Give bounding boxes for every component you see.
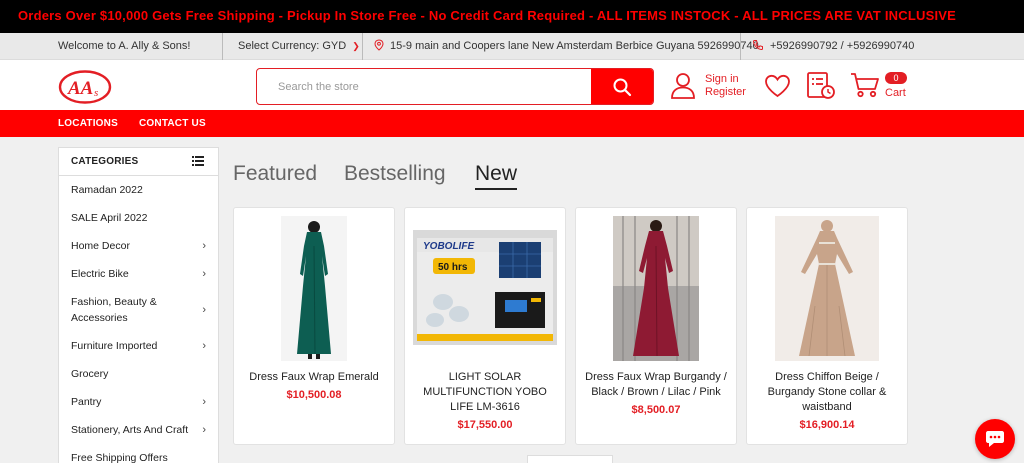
product-image[interactable]	[281, 216, 347, 361]
store-logo[interactable]: AA s	[58, 69, 112, 105]
info-bar: Welcome to A. Ally & Sons! Select Curren…	[0, 33, 1024, 60]
product-title[interactable]: Dress Faux Wrap Burgandy / Black / Brown…	[582, 370, 730, 400]
category-label: Ramadan 2022	[71, 184, 143, 196]
search-icon	[613, 78, 632, 96]
product-price: $17,550.00	[457, 419, 513, 431]
svg-text:s: s	[94, 87, 98, 99]
nav-locations[interactable]: LOCATIONS	[58, 110, 118, 137]
cart-count-badge: 0	[885, 72, 907, 84]
carousel-pagination[interactable]	[527, 455, 613, 463]
product-card[interactable]: Dress Chiffon Beige / Burgandy Stone col…	[746, 207, 908, 445]
product-title[interactable]: LIGHT SOLAR MULTIFUNCTION YOBO LIFE LM-3…	[411, 370, 559, 415]
currency-selector[interactable]: Select Currency: GYD ❯	[238, 33, 360, 60]
category-label: Grocery	[71, 368, 109, 380]
product-hours-text: 50 hrs	[438, 262, 468, 273]
category-free-shipping-offers[interactable]: Free Shipping Offers	[59, 444, 218, 463]
product-image[interactable]: YOBOLIFE 50 hrs	[413, 230, 557, 345]
category-label: Fashion, Beauty &	[71, 296, 157, 308]
search-button[interactable]	[591, 69, 653, 104]
cart-label[interactable]: Cart	[885, 87, 906, 99]
signin-link[interactable]: Sign in	[705, 73, 746, 86]
category-label: Home Decor	[71, 240, 130, 252]
categories-sidebar: CATEGORIES Ramadan 2022 SALE April 2022 …	[58, 147, 219, 463]
location-pin-icon	[374, 39, 384, 51]
chat-icon	[986, 431, 1004, 447]
chevron-right-icon[interactable]: ›	[202, 232, 206, 260]
chevron-right-icon[interactable]: ›	[202, 388, 206, 416]
chevron-right-icon[interactable]: ›	[202, 416, 206, 444]
category-label: Stationery, Arts And Craft	[71, 424, 189, 436]
search-input[interactable]	[257, 69, 591, 104]
divider	[740, 33, 741, 60]
category-home-decor[interactable]: Home Decor ›	[59, 232, 218, 260]
logo-text: AA	[67, 78, 93, 99]
order-status-icon[interactable]	[806, 71, 836, 100]
welcome-text: Welcome to A. Ally & Sons!	[58, 40, 191, 52]
main-header: AA s Sign in Register 0 Cart	[0, 60, 1024, 110]
cart-icon[interactable]	[850, 72, 880, 98]
tab-new[interactable]: New	[475, 162, 518, 190]
phone-icon	[752, 40, 763, 51]
category-electric-bike[interactable]: Electric Bike ›	[59, 260, 218, 288]
tab-featured[interactable]: Featured	[233, 162, 317, 186]
product-title[interactable]: Dress Chiffon Beige / Burgandy Stone col…	[753, 370, 901, 415]
search-box	[256, 68, 654, 105]
category-label: SALE April 2022	[71, 212, 148, 224]
promo-banner: Orders Over $10,000 Gets Free Shipping -…	[0, 0, 1024, 33]
category-label: Free Shipping Offers	[71, 452, 168, 463]
phone-numbers[interactable]: +5926990792 / +5926990740	[752, 33, 914, 60]
category-fashion-beauty-accessories[interactable]: Fashion, Beauty & Accessories ›	[59, 288, 218, 332]
category-furniture-imported[interactable]: Furniture Imported ›	[59, 332, 218, 360]
product-price: $16,900.14	[799, 419, 855, 431]
category-label: Accessories	[71, 312, 128, 324]
categories-heading[interactable]: CATEGORIES	[59, 148, 218, 176]
phone-text: +5926990792 / +5926990740	[770, 40, 915, 52]
currency-label: Select Currency: GYD	[238, 40, 347, 52]
user-icon[interactable]	[670, 72, 696, 99]
register-link[interactable]: Register	[705, 86, 746, 99]
product-price: $10,500.08	[286, 389, 342, 401]
product-brand-text: YOBOLIFE	[423, 241, 474, 252]
product-card[interactable]: Dress Faux Wrap Emerald $10,500.08	[233, 207, 395, 445]
product-image[interactable]	[775, 216, 879, 361]
list-icon	[192, 156, 204, 166]
category-ramadan-2022[interactable]: Ramadan 2022	[59, 176, 218, 204]
category-label: Electric Bike	[71, 268, 129, 280]
category-list: Ramadan 2022 SALE April 2022 Home Decor ›…	[59, 176, 218, 463]
categories-heading-label: CATEGORIES	[71, 156, 139, 167]
account-links[interactable]: Sign in Register	[705, 73, 746, 99]
category-sale-april-2022[interactable]: SALE April 2022	[59, 204, 218, 232]
product-image[interactable]	[613, 216, 699, 361]
nav-contact-us[interactable]: CONTACT US	[139, 110, 206, 137]
chat-button[interactable]	[975, 419, 1015, 459]
product-title[interactable]: Dress Faux Wrap Emerald	[240, 370, 388, 385]
product-price: $8,500.07	[631, 404, 681, 416]
divider	[222, 33, 223, 60]
category-grocery[interactable]: Grocery	[59, 360, 218, 388]
category-pantry[interactable]: Pantry ›	[59, 388, 218, 416]
store-address: 15-9 main and Coopers lane New Amsterdam…	[374, 33, 759, 60]
category-stationery[interactable]: Stationery, Arts And Craft ›	[59, 416, 218, 444]
chevron-right-icon[interactable]: ›	[202, 302, 206, 318]
product-card[interactable]: Dress Faux Wrap Burgandy / Black / Brown…	[575, 207, 737, 445]
divider	[362, 33, 363, 60]
tab-bestselling[interactable]: Bestselling	[344, 162, 446, 186]
chevron-right-icon[interactable]: ›	[202, 260, 206, 288]
address-text: 15-9 main and Coopers lane New Amsterdam…	[390, 40, 759, 52]
product-card[interactable]: YOBOLIFE 50 hrs LIGHT SOLAR MULTIFUNCTIO…	[404, 207, 566, 445]
category-label: Pantry	[71, 396, 102, 408]
chevron-right-icon[interactable]: ›	[202, 332, 206, 360]
main-nav: LOCATIONS CONTACT US	[0, 110, 1024, 137]
heart-icon[interactable]	[764, 74, 791, 98]
chevron-down-icon: ❯	[352, 41, 360, 51]
category-label: Furniture Imported	[71, 340, 158, 352]
